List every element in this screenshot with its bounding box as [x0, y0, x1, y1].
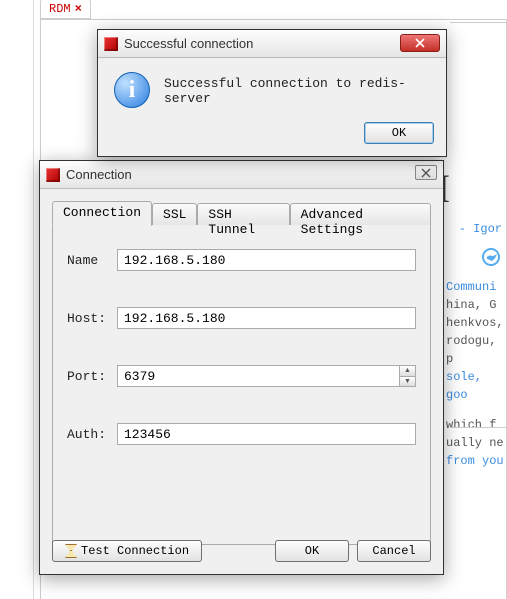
bg-text: hina, G: [446, 296, 506, 314]
alert-ok-button[interactable]: OK: [364, 122, 434, 144]
window-close-button[interactable]: [400, 34, 440, 52]
tab-rdm[interactable]: RDM ×: [40, 0, 91, 19]
divider: [450, 427, 506, 428]
editor-gutter: [33, 0, 34, 599]
hourglass-icon: [65, 544, 77, 558]
auth-label: Auth:: [67, 427, 117, 442]
bg-link[interactable]: Communi: [446, 278, 506, 296]
connection-tabs: Connection SSL SSH Tunnel Advanced Setti…: [52, 201, 431, 225]
connection-dialog: Connection Connection SSL SSH Tunnel Adv…: [39, 160, 444, 575]
info-icon: i: [114, 72, 150, 108]
connection-title: Connection: [66, 167, 132, 182]
spin-down-icon[interactable]: ▼: [399, 377, 415, 387]
tab-connection-label: Connection: [63, 205, 141, 220]
bg-link[interactable]: from you: [446, 452, 506, 470]
tab-ssl-label: SSL: [163, 207, 186, 222]
alert-message: Successful connection to redis-server: [164, 72, 430, 106]
connection-body: Connection SSL SSH Tunnel Advanced Setti…: [40, 189, 443, 574]
bg-text: rodogu, p: [446, 332, 506, 368]
cancel-label: Cancel: [372, 544, 415, 558]
ok-label: OK: [305, 544, 319, 558]
app-icon: [46, 168, 60, 182]
bg-text: henkvos,: [446, 314, 506, 332]
cancel-button[interactable]: Cancel: [357, 540, 431, 562]
port-label: Port:: [67, 369, 117, 384]
tab-strip: RDM ×: [40, 0, 507, 20]
alert-title: Successful connection: [124, 36, 253, 51]
close-icon[interactable]: ×: [75, 2, 82, 16]
tab-connection[interactable]: Connection: [52, 201, 152, 226]
twitter-icon[interactable]: [482, 248, 500, 266]
tab-ssh-tunnel[interactable]: SSH Tunnel: [197, 203, 289, 225]
bg-link[interactable]: sole, goo: [446, 368, 506, 404]
tab-advanced-label: Advanced Settings: [301, 207, 363, 237]
window-close-button[interactable]: [415, 165, 437, 180]
spin-up-icon[interactable]: ▲: [399, 366, 415, 377]
bg-sidebar: - Igor Communi hina, G henkvos, rodogu, …: [446, 220, 506, 470]
tab-ssl[interactable]: SSL: [152, 203, 197, 225]
tab-content-connection: Name Host: Port: ▲ ▼ Auth:: [52, 225, 431, 545]
port-spinner[interactable]: ▲ ▼: [399, 366, 415, 386]
app-icon: [104, 37, 118, 51]
alert-ok-label: OK: [392, 126, 406, 140]
tab-ssh-label: SSH Tunnel: [208, 207, 255, 237]
name-input[interactable]: [117, 249, 416, 271]
bg-text: which f: [446, 416, 506, 434]
ok-button[interactable]: OK: [275, 540, 349, 562]
alert-body: i Successful connection to redis-server: [98, 58, 446, 118]
test-connection-label: Test Connection: [81, 544, 189, 558]
auth-input[interactable]: [117, 423, 416, 445]
alert-dialog: Successful connection i Successful conne…: [97, 29, 447, 157]
name-label: Name: [67, 253, 117, 268]
byline: - Igor: [446, 220, 506, 238]
divider: [450, 22, 506, 23]
port-input[interactable]: [117, 365, 416, 387]
host-label: Host:: [67, 311, 117, 326]
host-input[interactable]: [117, 307, 416, 329]
tab-rdm-label: RDM: [49, 2, 71, 16]
bg-text: ually ne: [446, 434, 506, 452]
test-connection-button[interactable]: Test Connection: [52, 540, 202, 562]
alert-titlebar[interactable]: Successful connection: [98, 30, 446, 58]
tab-advanced[interactable]: Advanced Settings: [290, 203, 431, 225]
connection-titlebar[interactable]: Connection: [40, 161, 443, 189]
